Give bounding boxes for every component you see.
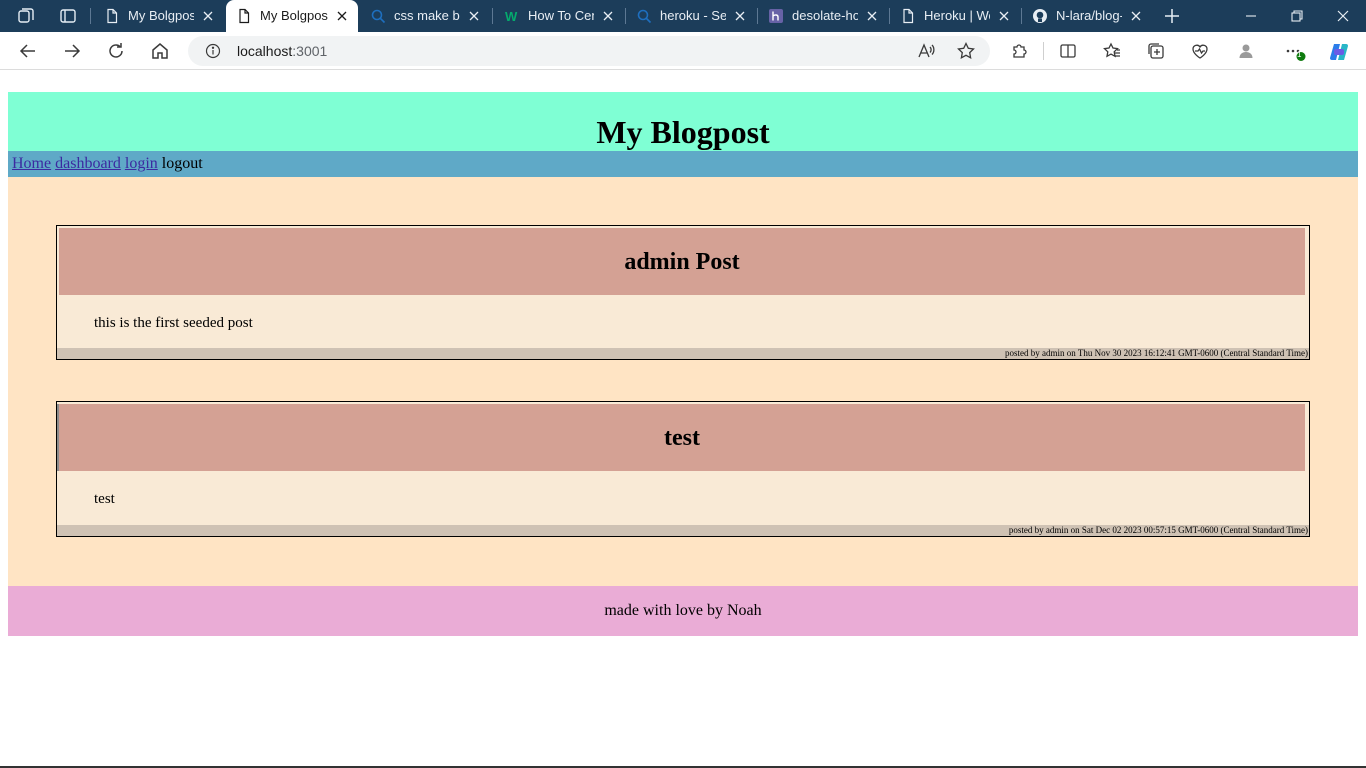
address-bar[interactable]: localhost:3001 xyxy=(188,36,990,66)
tab-title: css make but xyxy=(394,8,460,23)
browser-essentials-icon[interactable] xyxy=(1188,39,1212,63)
github-icon xyxy=(1033,9,1047,23)
post-card: test test posted by admin on Sat Dec 02 … xyxy=(56,401,1310,537)
browser-toolbar: localhost:3001 1 xyxy=(0,32,1366,70)
close-tab-icon[interactable] xyxy=(1128,8,1144,24)
tab-title: heroku - Sea xyxy=(660,8,726,23)
nav-logout-text[interactable]: logout xyxy=(162,155,203,172)
site-header: My Blogpost xyxy=(8,92,1358,151)
profile-avatar-icon[interactable] xyxy=(1234,39,1258,63)
restore-button[interactable] xyxy=(1274,0,1320,32)
search-icon xyxy=(371,9,386,24)
post-body: test xyxy=(94,491,115,507)
url-host: localhost xyxy=(237,43,293,59)
post-meta: posted by admin on Thu Nov 30 2023 16:12… xyxy=(57,348,1309,359)
page-icon xyxy=(107,8,118,24)
tab-title: N-lara/blog- xyxy=(1056,8,1122,23)
site-title: My Blogpost xyxy=(596,114,770,150)
post-card: admin Post this is the first seeded post… xyxy=(56,225,1310,360)
tab-1[interactable]: My Bolgpost xyxy=(94,0,224,32)
page-icon xyxy=(239,8,250,24)
back-button[interactable] xyxy=(16,39,40,63)
tab-title: My Bolgpost xyxy=(260,8,328,23)
tab-title: How To Cent xyxy=(528,8,594,23)
forward-button[interactable] xyxy=(60,39,84,63)
read-aloud-icon[interactable] xyxy=(916,41,936,61)
home-button[interactable] xyxy=(148,39,172,63)
vertical-tabs-icon[interactable] xyxy=(58,6,78,26)
tab-title: desolate-holl xyxy=(792,8,858,23)
tab-title: My Bolgpost xyxy=(128,8,194,23)
close-tab-icon[interactable] xyxy=(600,8,616,24)
nav-bar: Home dashboard login logout xyxy=(8,151,1358,177)
nav-home-link[interactable]: Home xyxy=(12,155,51,172)
tab-title: Heroku | We xyxy=(924,8,990,23)
post-title: admin Post xyxy=(59,228,1305,295)
close-tab-icon[interactable] xyxy=(334,8,350,24)
tab-3[interactable]: css make but xyxy=(360,0,490,32)
tab-2-active[interactable]: My Bolgpost xyxy=(226,0,358,32)
site-footer: made with love by Noah xyxy=(8,586,1358,636)
w3schools-icon: W xyxy=(505,9,518,24)
post-meta: posted by admin on Sat Dec 02 2023 00:57… xyxy=(57,525,1309,536)
tab-separator xyxy=(90,8,91,24)
favorite-star-icon[interactable] xyxy=(956,41,976,61)
favorites-icon[interactable] xyxy=(1100,39,1124,63)
svg-text:W: W xyxy=(505,9,518,24)
close-tab-icon[interactable] xyxy=(200,8,216,24)
browser-tab-bar: My Bolgpost My Bolgpost css make but W H… xyxy=(0,0,1366,32)
minimize-button[interactable] xyxy=(1228,0,1274,32)
workspaces-icon[interactable] xyxy=(16,6,36,26)
extensions-icon[interactable] xyxy=(1008,39,1032,63)
heroku-icon xyxy=(769,9,783,23)
split-screen-icon[interactable] xyxy=(1056,39,1080,63)
refresh-button[interactable] xyxy=(104,39,128,63)
tab-7[interactable]: Heroku | We xyxy=(890,0,1020,32)
posts-section: admin Post this is the first seeded post… xyxy=(8,177,1358,586)
nav-login-link[interactable]: login xyxy=(125,155,158,172)
notification-badge: 1 xyxy=(1297,50,1302,59)
tab-8[interactable]: N-lara/blog- xyxy=(1022,0,1152,32)
nav-dashboard-link[interactable]: dashboard xyxy=(55,155,121,172)
search-icon xyxy=(637,9,652,24)
address-url[interactable]: localhost:3001 xyxy=(237,43,327,59)
tab-separator xyxy=(492,8,493,24)
new-tab-icon[interactable] xyxy=(1162,6,1182,26)
post-body: this is the first seeded post xyxy=(94,315,253,331)
tab-5[interactable]: heroku - Sea xyxy=(626,0,756,32)
web-page: My Blogpost Home dashboard login logout … xyxy=(0,71,1366,768)
toolbar-divider xyxy=(1043,42,1044,60)
post-title: test xyxy=(59,404,1305,471)
site-info-icon[interactable] xyxy=(205,43,221,59)
tab-6[interactable]: desolate-holl xyxy=(758,0,888,32)
close-window-button[interactable] xyxy=(1320,0,1366,32)
close-tab-icon[interactable] xyxy=(996,8,1012,24)
close-tab-icon[interactable] xyxy=(732,8,748,24)
collections-icon[interactable] xyxy=(1144,39,1168,63)
url-port: :3001 xyxy=(292,43,328,59)
tab-4[interactable]: W How To Cent xyxy=(494,0,624,32)
close-tab-icon[interactable] xyxy=(864,8,880,24)
page-icon xyxy=(903,8,914,24)
close-tab-icon[interactable] xyxy=(466,8,482,24)
settings-more-icon[interactable]: 1 xyxy=(1282,39,1306,63)
copilot-icon[interactable] xyxy=(1326,39,1350,63)
